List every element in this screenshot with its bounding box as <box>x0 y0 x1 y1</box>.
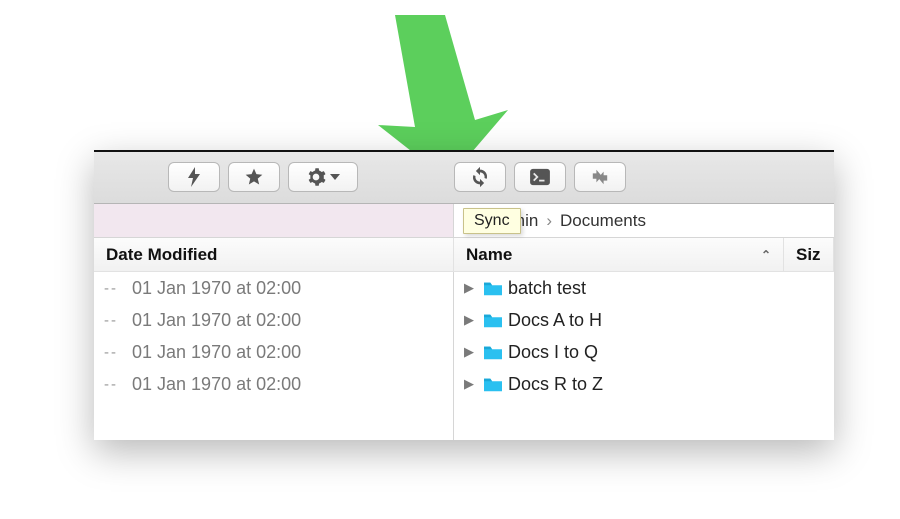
placeholder-dash: -- <box>104 344 132 361</box>
list-item[interactable]: -- 01 Jan 1970 at 02:00 <box>94 272 453 304</box>
list-item[interactable]: ▶ batch test <box>454 272 834 304</box>
file-name: Docs I to Q <box>508 342 598 363</box>
terminal-icon <box>529 168 551 186</box>
file-name: Docs R to Z <box>508 374 603 395</box>
window-top-border <box>94 150 834 152</box>
sync-icon <box>469 166 491 188</box>
left-column: -- 01 Jan 1970 at 02:00 -- 01 Jan 1970 a… <box>94 272 454 440</box>
path-separator: › <box>546 211 552 231</box>
folder-icon <box>482 343 508 361</box>
bolt-icon <box>186 167 202 187</box>
placeholder-dash: -- <box>104 312 132 329</box>
folder-icon <box>482 375 508 393</box>
sync-tooltip: Sync <box>463 208 521 234</box>
sort-ascending-icon: ⌃ <box>761 248 771 262</box>
disclosure-triangle-icon[interactable]: ▶ <box>464 280 482 296</box>
disclosure-triangle-icon[interactable]: ▶ <box>464 376 482 392</box>
file-name: Docs A to H <box>508 310 602 331</box>
disclosure-triangle-icon[interactable]: ▶ <box>464 344 482 360</box>
compare-button[interactable] <box>574 162 626 192</box>
date-modified-text: 01 Jan 1970 at 02:00 <box>132 278 301 299</box>
quick-action-button[interactable] <box>168 162 220 192</box>
file-browser-window: admin › Documents Date Modified Name ⌃ S… <box>94 150 834 440</box>
sync-button[interactable] <box>454 162 506 192</box>
chevron-down-icon <box>330 174 340 180</box>
compare-icon <box>589 168 611 186</box>
placeholder-dash: -- <box>104 280 132 297</box>
header-name[interactable]: Name ⌃ <box>454 238 784 272</box>
toolbar <box>94 150 834 204</box>
list-item[interactable]: ▶ Docs I to Q <box>454 336 834 368</box>
right-column: ▶ batch test ▶ Docs A to H ▶ Docs I to Q <box>454 272 834 440</box>
disclosure-triangle-icon[interactable]: ▶ <box>464 312 482 328</box>
star-icon <box>244 167 264 187</box>
terminal-button[interactable] <box>514 162 566 192</box>
placeholder-dash: -- <box>104 376 132 393</box>
pathbar-left-pane <box>94 204 454 237</box>
path-segment-2: Documents <box>560 211 646 231</box>
column-headers: Date Modified Name ⌃ Siz <box>94 238 834 272</box>
header-size[interactable]: Siz <box>784 238 834 272</box>
header-date-modified[interactable]: Date Modified <box>94 238 454 272</box>
gear-icon <box>306 167 326 187</box>
folder-icon <box>482 279 508 297</box>
settings-button[interactable] <box>288 162 358 192</box>
list-item[interactable]: -- 01 Jan 1970 at 02:00 <box>94 336 453 368</box>
date-modified-text: 01 Jan 1970 at 02:00 <box>132 310 301 331</box>
file-name: batch test <box>508 278 586 299</box>
folder-icon <box>482 311 508 329</box>
list-item[interactable]: ▶ Docs A to H <box>454 304 834 336</box>
date-modified-text: 01 Jan 1970 at 02:00 <box>132 342 301 363</box>
favorite-button[interactable] <box>228 162 280 192</box>
file-list-body: -- 01 Jan 1970 at 02:00 -- 01 Jan 1970 a… <box>94 272 834 440</box>
date-modified-text: 01 Jan 1970 at 02:00 <box>132 374 301 395</box>
list-item[interactable]: ▶ Docs R to Z <box>454 368 834 400</box>
list-item[interactable]: -- 01 Jan 1970 at 02:00 <box>94 368 453 400</box>
list-item[interactable]: -- 01 Jan 1970 at 02:00 <box>94 304 453 336</box>
